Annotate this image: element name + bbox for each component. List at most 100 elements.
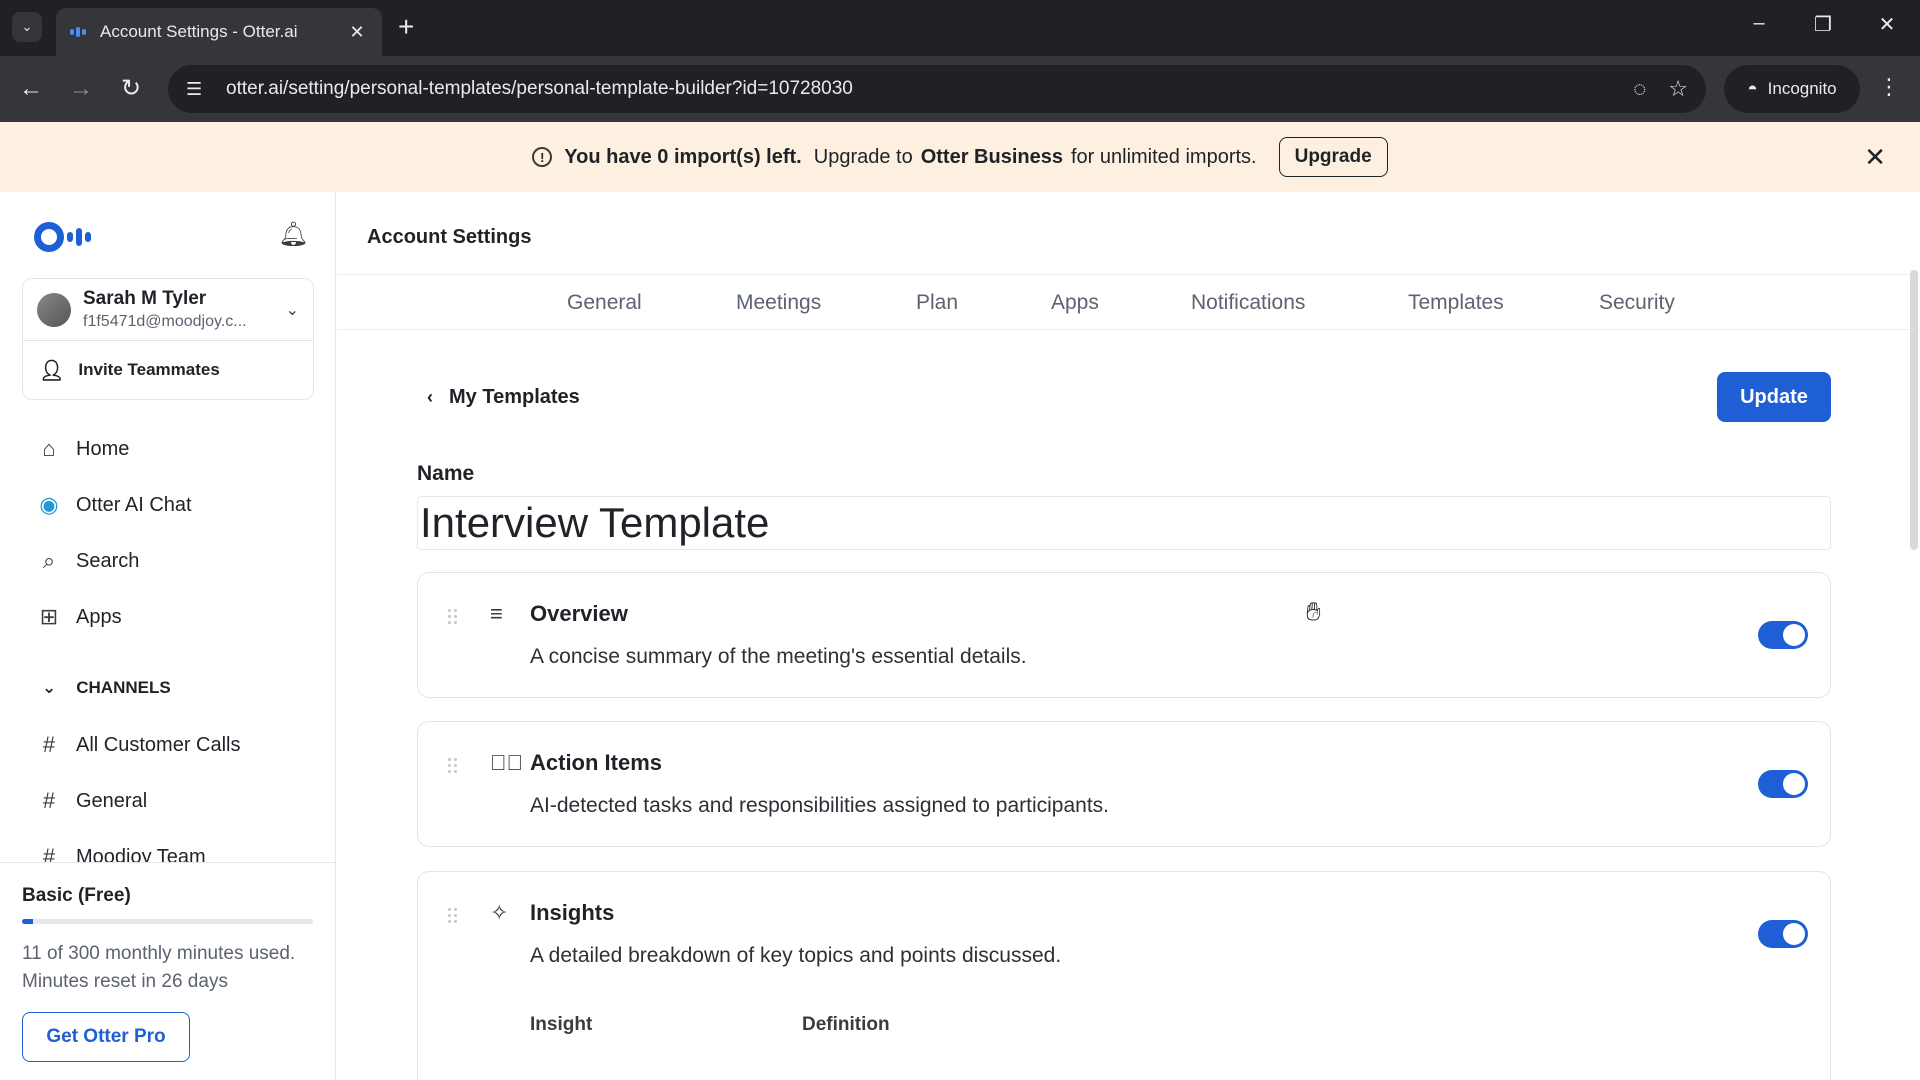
template-section-action-items: ✓⃝ Action Items AI-detected tasks and re… (417, 721, 1831, 847)
channel-item[interactable]: # General (36, 788, 147, 814)
usage-progress-fill (22, 919, 33, 924)
back-label: My Templates (449, 386, 580, 408)
site-info-icon[interactable]: ☰ (186, 79, 210, 100)
reset-text: Minutes reset in 26 days (22, 971, 228, 992)
hash-icon: # (42, 788, 56, 813)
hash-icon: # (42, 732, 56, 757)
close-banner-icon[interactable]: ✕ (1864, 142, 1886, 173)
usage-text: 11 of 300 monthly minutes used. (22, 943, 296, 964)
chevron-down-icon: ⌄ (42, 678, 57, 697)
drag-handle-icon[interactable] (448, 908, 458, 924)
plan-usage-panel: Basic (Free) 11 of 300 monthly minutes u… (0, 862, 335, 1080)
drag-handle-icon[interactable] (448, 609, 458, 625)
invite-teammates-button[interactable]: 👤︎ Invite Teammates (23, 341, 313, 399)
get-otter-pro-button[interactable]: Get Otter Pro (22, 1012, 190, 1062)
tab-plan[interactable]: Plan (916, 291, 958, 315)
add-user-icon: 👤︎ (39, 359, 65, 382)
section-title: Action Items (530, 750, 663, 775)
sidebar-item-label: Home (76, 437, 130, 460)
invite-label: Invite Teammates (78, 360, 220, 379)
restore-icon[interactable]: ❐ (1800, 12, 1846, 37)
section-description: AI-detected tasks and responsibilities a… (530, 794, 1109, 817)
sidebar-item-label: Search (76, 549, 140, 572)
template-name-input[interactable] (417, 496, 1831, 550)
check-circle-icon: ✓⃝ (490, 750, 523, 775)
banner-strong-text: You have 0 import(s) left. (564, 145, 802, 168)
action-items-toggle[interactable] (1758, 770, 1808, 798)
banner-post-text: for unlimited imports. (1070, 145, 1257, 168)
template-section-overview: ≡ Overview A concise summary of the meet… (417, 572, 1831, 698)
insight-column-header: Insight (530, 1014, 593, 1035)
close-tab-icon[interactable]: ✕ (346, 22, 368, 43)
incognito-indicator[interactable]: ◓ Incognito (1724, 65, 1860, 113)
tab-title: Account Settings - Otter.ai (100, 22, 298, 41)
browser-tab[interactable]: Account Settings - Otter.ai ✕ (56, 8, 382, 56)
upgrade-button[interactable]: Upgrade (1278, 137, 1388, 177)
minimize-icon[interactable]: – (1736, 12, 1782, 35)
new-tab-icon[interactable]: + (398, 12, 414, 42)
forward-arrow-icon[interactable]: → (66, 74, 96, 104)
section-title: Insights (530, 900, 615, 925)
tab-general[interactable]: General (567, 291, 642, 315)
update-button[interactable]: Update (1717, 372, 1831, 422)
otter-logo[interactable] (34, 222, 91, 252)
otter-favicon-icon (70, 26, 88, 38)
section-description: A concise summary of the meeting's essen… (530, 645, 1027, 668)
tab-security[interactable]: Security (1599, 291, 1675, 315)
incognito-icon: ◓ (1747, 79, 1758, 98)
import-limit-banner: ! You have 0 import(s) left. Upgrade to … (0, 122, 1920, 192)
sidebar-item-apps[interactable]: ⊞ Apps (36, 604, 122, 630)
sidebar-item-search[interactable]: ⌕ Search (36, 548, 140, 574)
channel-item[interactable]: # All Customer Calls (36, 732, 241, 758)
sidebar-item-label: Otter AI Chat (76, 493, 192, 516)
browser-tabstrip: ⌄ Account Settings - Otter.ai ✕ + – ❐ ✕ (0, 0, 1920, 56)
main-content: Account Settings General Meetings Plan A… (337, 192, 1920, 1080)
chevron-left-icon: ‹ (427, 387, 433, 407)
sparkle-icon: ✧ (490, 900, 509, 925)
tab-apps[interactable]: Apps (1051, 291, 1099, 315)
sidebar-item-label: Apps (76, 605, 122, 628)
browser-menu-icon[interactable]: ⋮ (1878, 74, 1900, 100)
insights-toggle[interactable] (1758, 920, 1808, 948)
hand-cursor-icon: ✋︎ (1306, 596, 1321, 626)
address-bar[interactable]: ☰ otter.ai/setting/personal-templates/pe… (168, 65, 1706, 113)
eye-off-icon[interactable]: ◌ (1633, 76, 1646, 102)
sidebar-item-otter-ai-chat[interactable]: ◉ Otter AI Chat (36, 492, 192, 518)
reload-icon[interactable]: ↻ (116, 74, 146, 104)
section-description: A detailed breakdown of key topics and p… (530, 944, 1062, 967)
tab-notifications[interactable]: Notifications (1191, 291, 1305, 315)
channel-label: All Customer Calls (76, 733, 241, 756)
search-icon: ⌕ (42, 548, 56, 573)
otter-chat-icon: ◉ (39, 492, 59, 517)
tab-templates[interactable]: Templates (1408, 291, 1504, 315)
list-lines-icon: ≡ (490, 601, 503, 626)
account-switcher[interactable]: Sarah M Tyler f1f5471d@moodjoy.c... ⌄ (23, 279, 313, 341)
browser-toolbar: ← → ↻ ☰ otter.ai/setting/personal-templa… (0, 56, 1920, 122)
channels-header[interactable]: ⌄ CHANNELS (42, 678, 171, 698)
apps-icon: ⊞ (39, 604, 59, 629)
sidebar-item-home[interactable]: ⌂ Home (36, 436, 129, 462)
info-icon: ! (532, 147, 553, 167)
section-title: Overview (530, 601, 628, 626)
star-icon[interactable]: ☆ (1668, 76, 1688, 102)
tab-meetings[interactable]: Meetings (736, 291, 821, 315)
close-window-icon[interactable]: ✕ (1864, 12, 1910, 37)
overview-toggle[interactable] (1758, 621, 1808, 649)
back-arrow-icon[interactable]: ← (16, 74, 46, 104)
name-label: Name (417, 462, 475, 485)
url-text[interactable]: otter.ai/setting/personal-templates/pers… (226, 78, 1611, 100)
bell-icon[interactable]: 🔔︎ (278, 220, 308, 249)
avatar (37, 292, 71, 327)
tab-search-chevron-icon[interactable]: ⌄ (12, 12, 42, 42)
banner-pre-text: Upgrade to (813, 145, 913, 168)
chevron-down-icon[interactable]: ⌄ (286, 300, 299, 320)
page-scrollbar[interactable] (1910, 270, 1918, 550)
drag-handle-icon[interactable] (448, 758, 458, 774)
back-to-my-templates[interactable]: ‹ My Templates (427, 386, 580, 409)
channels-header-label: CHANNELS (76, 678, 171, 697)
home-icon: ⌂ (42, 436, 56, 461)
user-card: Sarah M Tyler f1f5471d@moodjoy.c... ⌄ 👤︎… (22, 278, 314, 400)
incognito-label: Incognito (1767, 79, 1837, 98)
definition-column-header: Definition (802, 1014, 890, 1035)
plan-name: Basic (Free) (22, 885, 131, 906)
